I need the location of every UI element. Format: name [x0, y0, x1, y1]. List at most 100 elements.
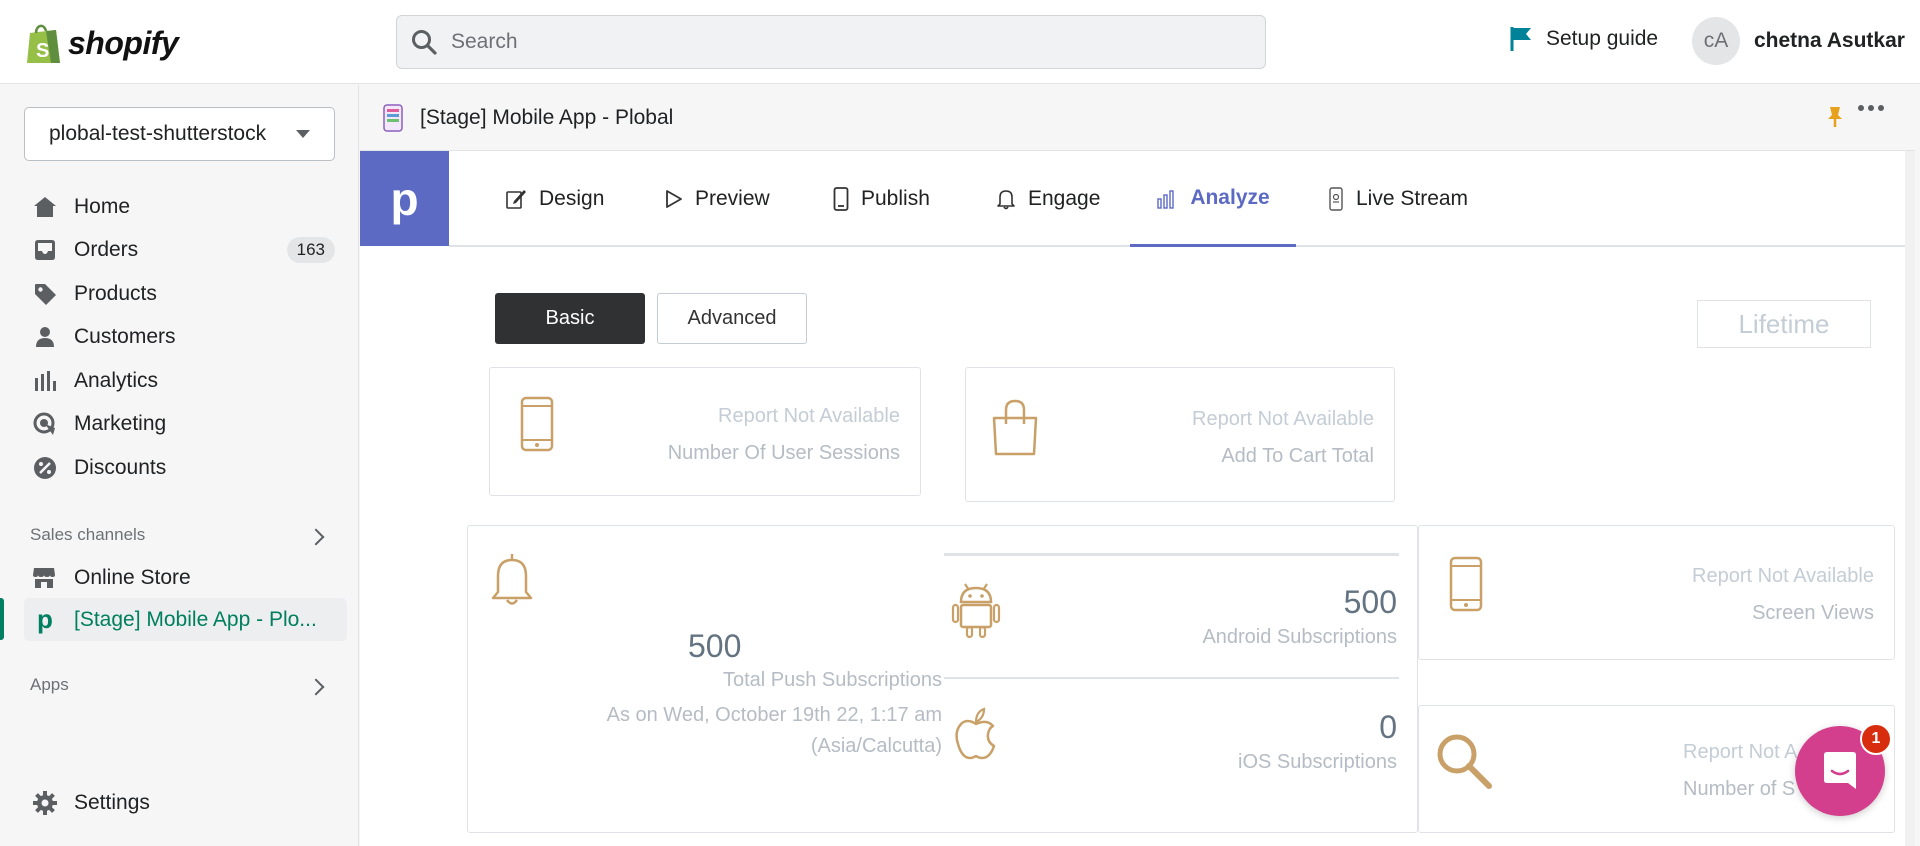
main-nav: Home Orders 163 Products Customers Analy…: [24, 185, 347, 490]
ios-subscriptions-value: 0: [1379, 709, 1397, 745]
nav-item-customers[interactable]: Customers: [24, 316, 347, 360]
phone-icon: [833, 187, 849, 211]
app-tabs: Design Preview Publish Engage Analyze Li…: [449, 151, 1915, 247]
tab-label: Design: [539, 187, 605, 210]
flag-icon: [1510, 27, 1531, 51]
channel-label: Online Store: [74, 565, 191, 589]
search-bar[interactable]: [396, 15, 1266, 69]
tab-analyze[interactable]: Analyze: [1130, 151, 1296, 247]
nav-label: Home: [74, 194, 131, 218]
nav-item-settings[interactable]: Settings: [24, 781, 347, 825]
tab-label: Engage: [1028, 187, 1101, 210]
android-subscriptions-label: Android Subscriptions: [1202, 626, 1397, 648]
app-title: [Stage] Mobile App - Plobal: [420, 105, 674, 129]
channel-label: [Stage] Mobile App - Plo...: [74, 607, 317, 631]
report-label: Add To Cart Total: [1221, 445, 1374, 467]
add-to-cart-card: Report Not Available Add To Cart Total: [965, 367, 1395, 502]
advanced-button[interactable]: Advanced: [657, 293, 807, 344]
active-indicator: [0, 598, 4, 640]
report-status: Report Not Available: [718, 405, 900, 427]
timezone: (Asia/Calcutta): [810, 735, 942, 757]
target-icon: [32, 411, 58, 437]
basic-button[interactable]: Basic: [495, 293, 645, 344]
store-icon: [32, 566, 58, 590]
chevron-right-icon[interactable]: [307, 678, 325, 696]
design-icon: [506, 190, 526, 209]
tab-preview[interactable]: Preview: [665, 151, 770, 247]
android-icon: [951, 583, 1001, 638]
tab-label: Live Stream: [1356, 187, 1469, 210]
home-icon: [32, 194, 58, 220]
caret-down-icon: [296, 130, 310, 138]
livestream-icon: [1329, 187, 1343, 211]
channel-mobile-app[interactable]: p [Stage] Mobile App - Plo...: [24, 598, 347, 641]
nav-item-marketing[interactable]: Marketing: [24, 403, 347, 447]
nav-label: Customers: [74, 325, 176, 349]
search-input[interactable]: [451, 30, 1231, 54]
chat-notification-badge: 1: [1860, 723, 1892, 755]
nav-item-home[interactable]: Home: [24, 185, 347, 229]
nav-label: Products: [74, 281, 157, 305]
app-icon: [383, 103, 403, 132]
bar-chart-icon: [32, 368, 58, 394]
divider: [944, 677, 1399, 679]
plobal-icon: p: [37, 604, 53, 634]
analyze-icon: [1157, 189, 1175, 209]
phone-icon: [1449, 556, 1483, 612]
orders-count-badge: 163: [286, 237, 335, 264]
shopify-wordmark: shopify: [68, 24, 179, 61]
avatar: cA: [1692, 17, 1740, 65]
report-label: Screen Views: [1752, 602, 1874, 624]
sales-channels-heading: Sales channels: [30, 525, 146, 544]
report-status: Report Not Available: [1692, 565, 1874, 587]
screen-views-card: Report Not Available Screen Views: [1418, 525, 1895, 660]
push-subscriptions-card: 500 Total Push Subscriptions As on Wed, …: [467, 525, 1418, 833]
report-status: Report Not Available: [1192, 408, 1374, 430]
bell-icon: [491, 554, 533, 605]
app-frame: p Design Preview Publish Engage Analyze …: [360, 150, 1915, 846]
nav-item-discounts[interactable]: Discounts: [24, 446, 347, 490]
divider: [944, 553, 1399, 556]
total-subscriptions-value: 500: [688, 628, 742, 664]
report-label: Number Of User Sessions: [667, 442, 900, 464]
nav-item-products[interactable]: Products: [24, 272, 347, 316]
tab-label: Preview: [695, 187, 770, 210]
tab-publish[interactable]: Publish: [833, 151, 930, 247]
period-selector[interactable]: Lifetime: [1697, 300, 1871, 348]
nav-item-orders[interactable]: Orders 163: [24, 229, 347, 273]
ios-subscriptions-label: iOS Subscriptions: [1238, 751, 1397, 773]
apple-icon: [955, 707, 996, 760]
svg-text:S: S: [36, 40, 49, 62]
total-subscriptions-label: Total Push Subscriptions: [722, 669, 942, 691]
tab-label: Analyze: [1190, 185, 1270, 209]
nav-label: Settings: [74, 790, 150, 814]
android-subscriptions-value: 500: [1343, 584, 1397, 620]
tab-design[interactable]: Design: [505, 151, 604, 247]
tab-engage[interactable]: Engage: [996, 151, 1100, 247]
chevron-right-icon[interactable]: [307, 528, 325, 546]
tag-icon: [32, 281, 58, 307]
user-name: chetna Asutkar: [1754, 29, 1905, 52]
report-label: Number of S: [1683, 778, 1796, 800]
orders-icon: [32, 237, 58, 263]
more-actions-icon[interactable]: [1858, 105, 1884, 111]
scrollbar[interactable]: [1905, 151, 1915, 846]
nav-item-analytics[interactable]: Analytics: [24, 359, 347, 403]
tab-live-stream[interactable]: Live Stream: [1328, 151, 1468, 247]
tab-label: Publish: [861, 187, 930, 210]
store-selector[interactable]: plobal-test-shutterstock: [24, 107, 335, 161]
sidebar: plobal-test-shutterstock Home Orders 163…: [0, 85, 359, 846]
report-status: Report Not A: [1683, 741, 1798, 763]
pin-icon[interactable]: [1825, 105, 1845, 129]
shopify-logo[interactable]: S shopify: [24, 20, 179, 66]
chat-icon: [1824, 752, 1856, 789]
discount-icon: [32, 455, 58, 481]
plobal-logo[interactable]: p: [360, 151, 449, 246]
user-menu[interactable]: cA chetna Asutkar: [1692, 17, 1905, 65]
nav-label: Analytics: [74, 368, 159, 392]
play-icon: [666, 190, 682, 208]
as-on-date: As on Wed, October 19th 22, 1:17 am: [606, 704, 942, 726]
shopping-bag-icon: [992, 399, 1038, 456]
setup-guide-button[interactable]: Setup guide: [1510, 26, 1658, 52]
channel-online-store[interactable]: Online Store: [24, 556, 347, 599]
